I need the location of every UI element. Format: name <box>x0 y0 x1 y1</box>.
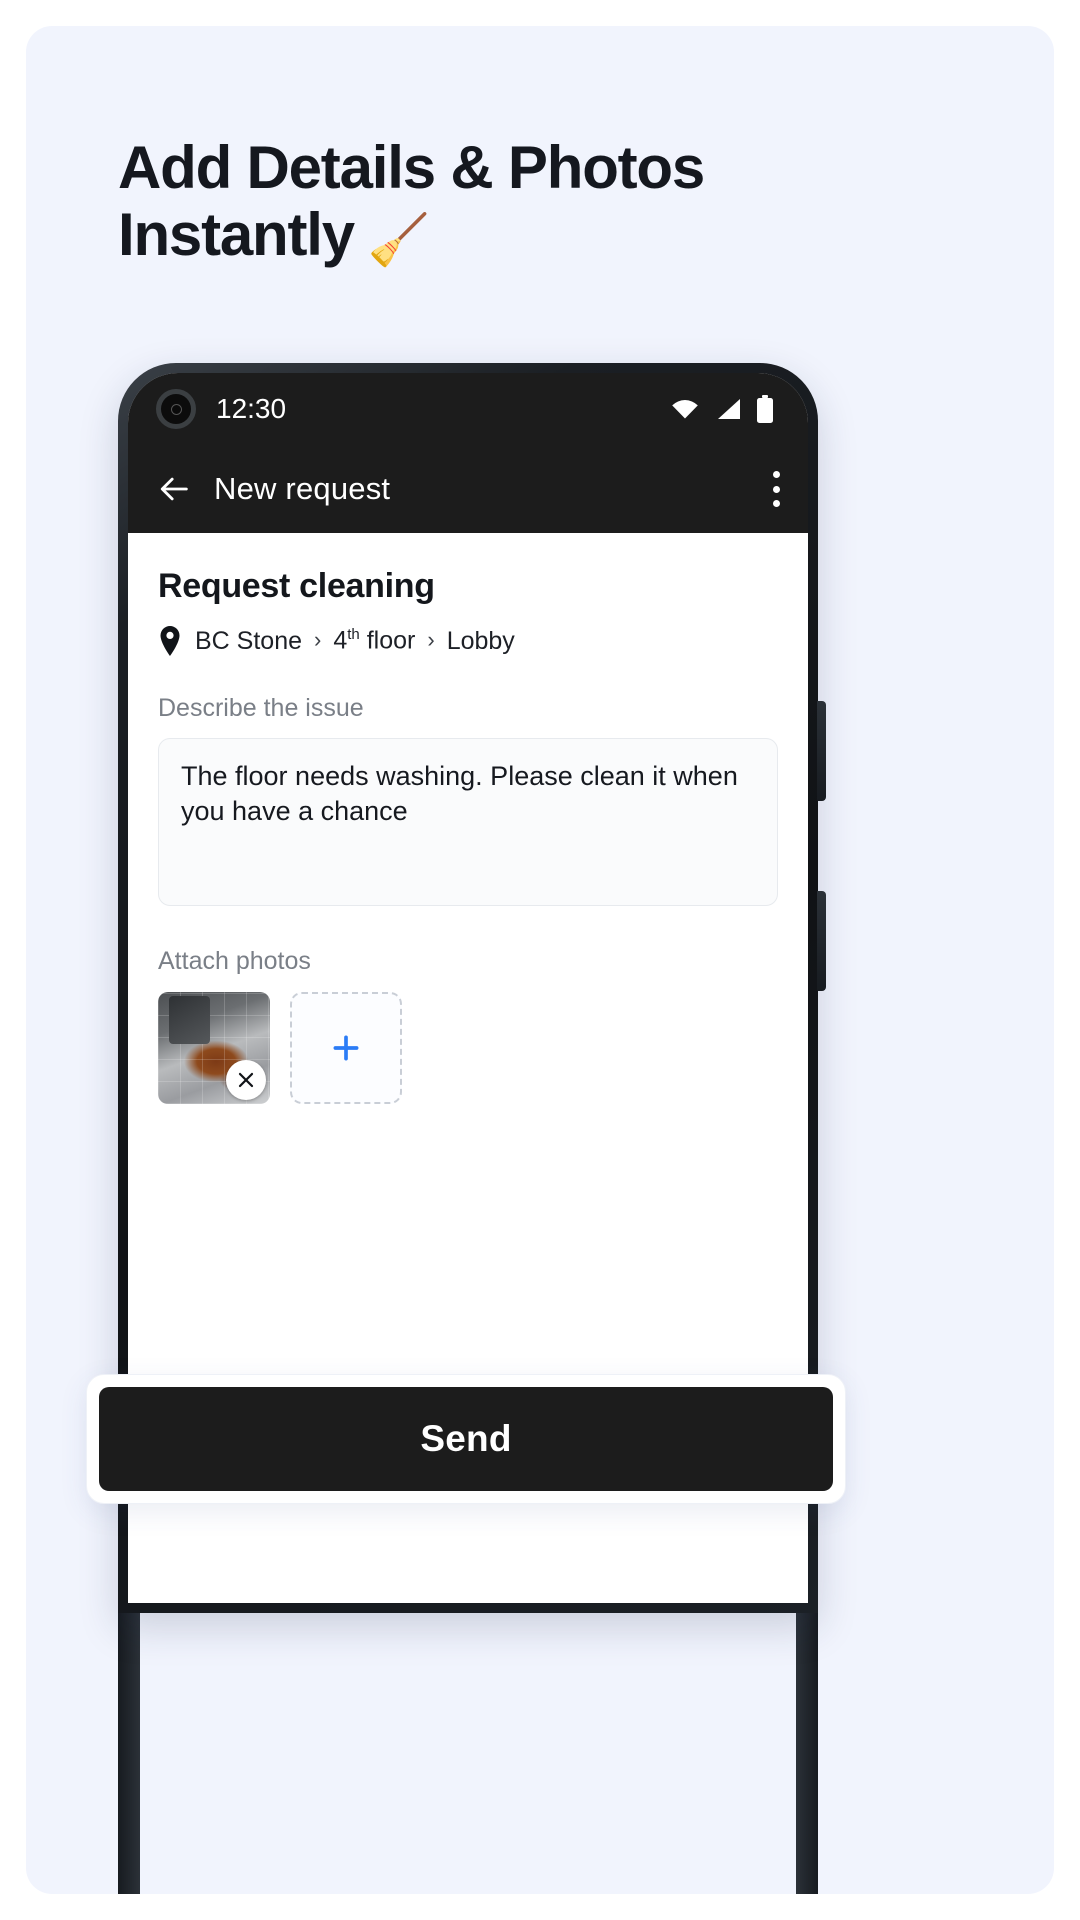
phone-body-right <box>796 1613 818 1894</box>
floor-number: 4 <box>333 626 348 655</box>
describe-issue-input[interactable] <box>158 738 778 906</box>
close-icon <box>238 1072 254 1088</box>
floor-word: floor <box>359 626 416 655</box>
overflow-menu-icon[interactable] <box>772 471 780 507</box>
headline-line-1: Add Details & Photos <box>118 134 705 201</box>
app-bar: New request <box>128 445 808 533</box>
breadcrumb: BC Stone › 4th floor › Lobby <box>158 626 778 656</box>
breadcrumb-item-room[interactable]: Lobby <box>447 627 515 656</box>
headline-line-2-text: Instantly <box>118 201 355 269</box>
send-button[interactable]: Send <box>99 1387 833 1491</box>
photo-row <box>158 992 778 1104</box>
remove-photo-button[interactable] <box>226 1060 266 1100</box>
back-arrow-icon[interactable] <box>158 472 192 506</box>
volume-button[interactable] <box>817 701 826 801</box>
overflow-dot <box>772 485 780 493</box>
overflow-dot <box>772 500 780 507</box>
app-bar-title: New request <box>214 471 391 506</box>
send-bar: Send <box>86 1374 846 1504</box>
breadcrumb-separator: › <box>314 627 322 652</box>
wifi-icon <box>670 397 700 421</box>
front-camera-icon <box>156 389 196 429</box>
attach-photos-label: Attach photos <box>158 947 311 975</box>
status-time: 12:30 <box>216 393 287 424</box>
breadcrumb-item-floor[interactable]: 4th floor <box>333 626 415 655</box>
status-icons <box>670 395 774 423</box>
breadcrumb-separator: › <box>427 627 435 652</box>
page-title: Add Details & Photos Instantly 🧹 <box>118 134 978 268</box>
describe-issue-label: Describe the issue <box>158 694 364 722</box>
form-title: Request cleaning <box>158 567 435 605</box>
battery-icon <box>756 395 774 423</box>
cellular-signal-icon <box>714 397 742 421</box>
power-button[interactable] <box>817 891 826 991</box>
headline-line-2: Instantly 🧹 <box>118 201 978 268</box>
add-photo-button[interactable] <box>290 992 402 1104</box>
floor-stain-photo[interactable] <box>158 992 270 1104</box>
location-pin-icon <box>158 626 182 656</box>
overflow-dot <box>772 471 780 478</box>
breadcrumb-item-building[interactable]: BC Stone <box>195 627 302 656</box>
plus-icon <box>333 1035 359 1061</box>
phone-body-left <box>118 1613 140 1894</box>
floor-ordinal-suffix: th <box>347 626 360 644</box>
broom-icon: 🧹 <box>367 212 430 269</box>
status-bar: 12:30 <box>128 373 808 445</box>
promo-card: Add Details & Photos Instantly 🧹 12:30 N… <box>26 26 1054 1894</box>
